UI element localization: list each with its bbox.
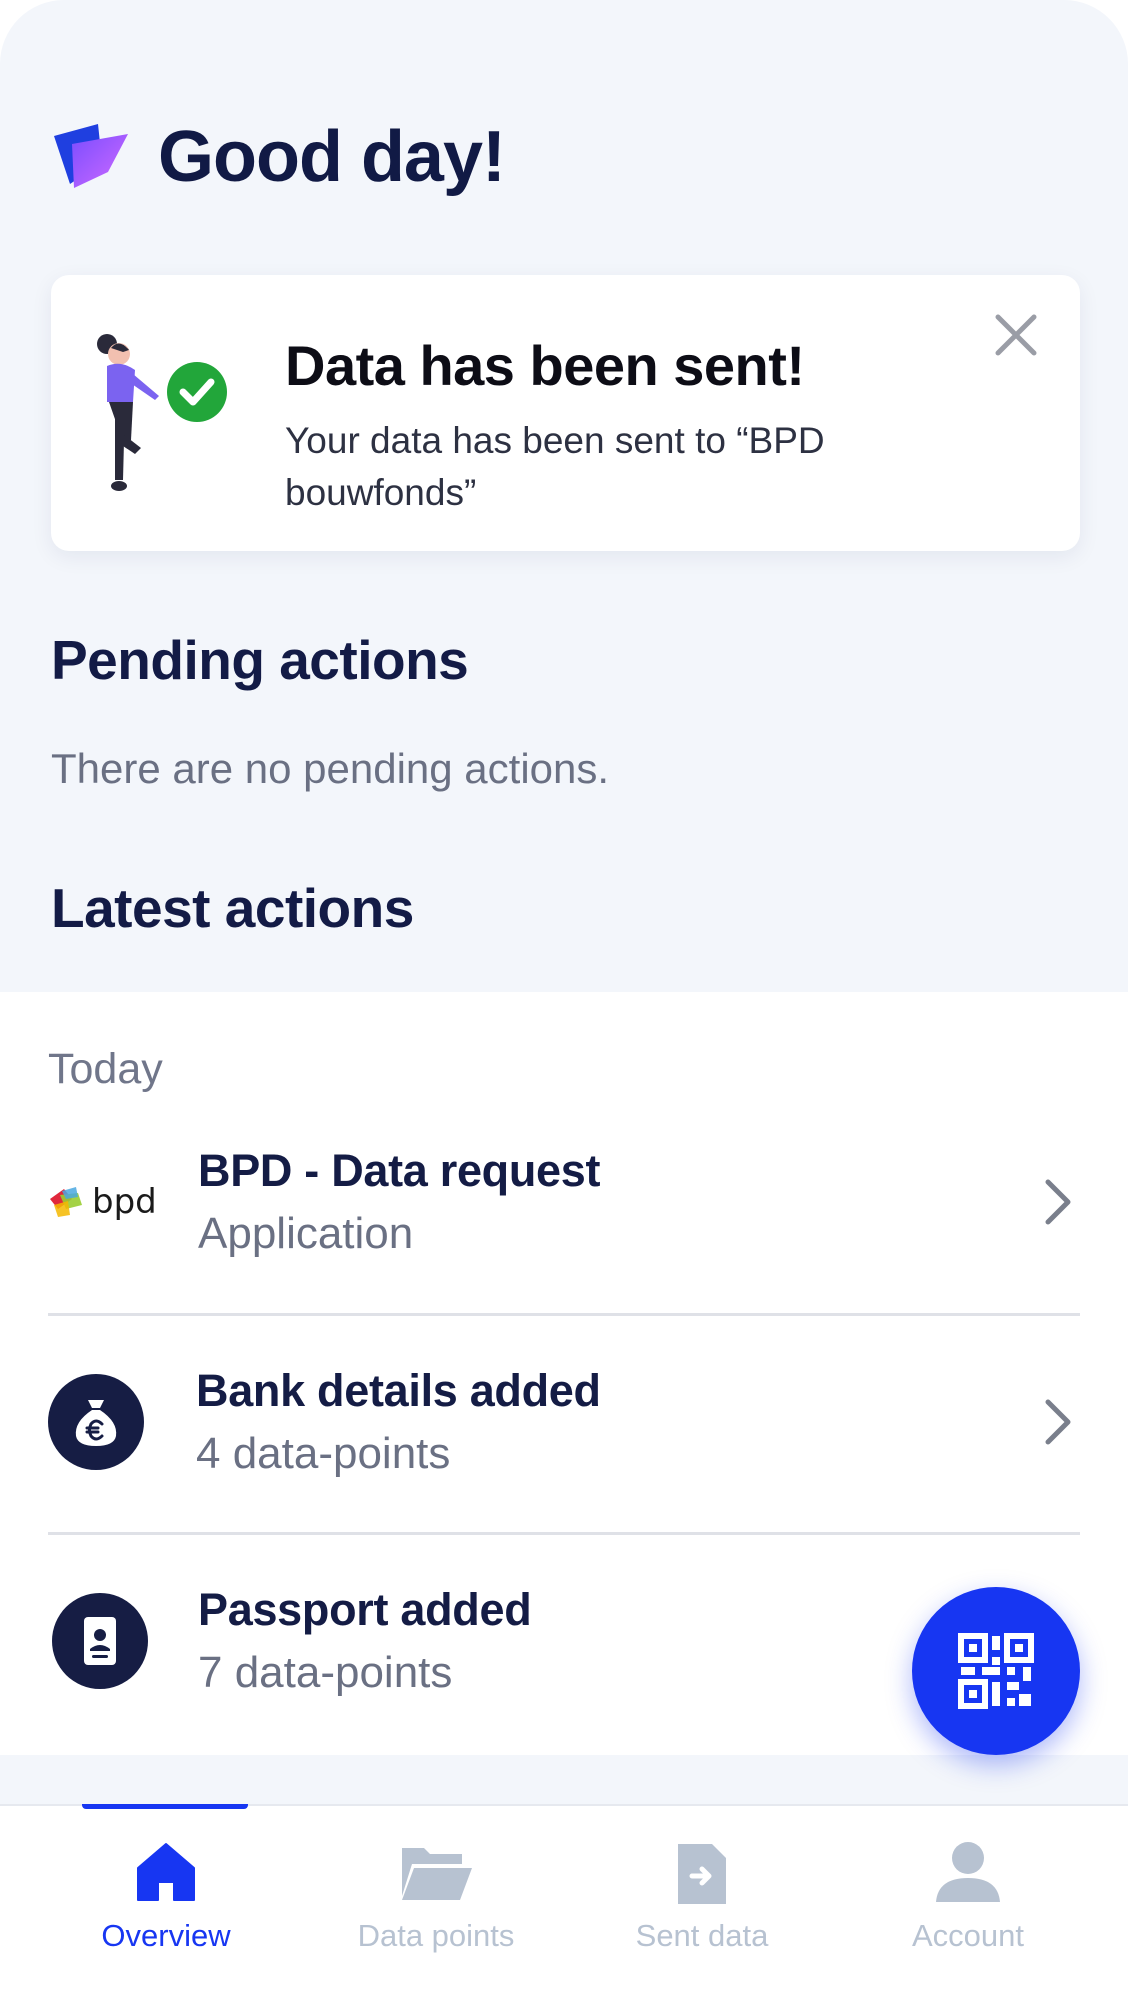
- bpd-logo-text: bpd: [92, 1182, 157, 1222]
- bottom-navigation: Overview Data points Sent data Account: [0, 1804, 1128, 2003]
- nav-data-points[interactable]: Data points: [326, 1806, 546, 2003]
- action-item-title: Bank details added: [196, 1365, 601, 1416]
- user-icon: [936, 1842, 1000, 1902]
- nav-label-sent-data: Sent data: [635, 1918, 769, 1953]
- day-label: Today: [48, 1045, 163, 1093]
- nav-sent-data[interactable]: Sent data: [592, 1806, 812, 2003]
- close-icon[interactable]: [990, 309, 1042, 361]
- header: Good day!: [52, 112, 506, 202]
- chevron-right-icon: [1045, 1399, 1071, 1445]
- action-item-bank-details[interactable]: Bank details added 4 data-points: [48, 1313, 1080, 1531]
- action-item-texts: Bank details added 4 data-points: [196, 1365, 601, 1479]
- pending-actions-title: Pending actions: [51, 629, 469, 691]
- action-item-subtitle: 7 data-points: [198, 1648, 453, 1697]
- action-item-bpd-request[interactable]: bpd BPD - Data request Application: [48, 1093, 1080, 1311]
- app-screen: Good day! Data has been sent! Your data …: [0, 0, 1128, 2001]
- sent-notification-card: Data has been sent! Your data has been s…: [51, 275, 1080, 551]
- woman-success-illustration-icon: [97, 334, 227, 491]
- passport-icon-wrap: [48, 1593, 148, 1689]
- sent-file-icon: [678, 1844, 726, 1904]
- pending-empty-text: There are no pending actions.: [51, 745, 610, 792]
- folder-icon: [402, 1848, 472, 1900]
- app-logo-icon: [54, 124, 128, 188]
- action-item-title: Passport added: [198, 1584, 532, 1635]
- latest-actions-title: Latest actions: [51, 877, 414, 939]
- action-item-texts: BPD - Data request Application: [198, 1145, 601, 1259]
- chevron-right-icon: [1045, 1179, 1071, 1225]
- qr-code-icon: [958, 1633, 1034, 1709]
- action-item-title: BPD - Data request: [198, 1145, 601, 1196]
- notification-title: Data has been sent!: [285, 334, 805, 397]
- home-icon: [137, 1843, 195, 1901]
- action-item-texts: Passport added 7 data-points: [198, 1584, 532, 1698]
- money-bag-euro-icon: [48, 1374, 144, 1470]
- nav-active-indicator: [82, 1804, 248, 1809]
- action-item-subtitle: 4 data-points: [196, 1429, 451, 1478]
- nav-overview[interactable]: Overview: [56, 1806, 276, 2003]
- greeting-title: Good day!: [158, 117, 506, 197]
- bank-icon-wrap: [48, 1374, 144, 1470]
- bpd-logo-icon: [50, 1187, 82, 1217]
- nav-label-data-points: Data points: [357, 1918, 515, 1953]
- notification-message: Your data has been sent to “BPD bouwfond…: [285, 420, 825, 513]
- action-item-subtitle: Application: [198, 1209, 414, 1258]
- bpd-logo: bpd: [48, 1182, 158, 1222]
- passport-icon: [52, 1593, 148, 1689]
- nav-account[interactable]: Account: [858, 1806, 1078, 2003]
- scan-qr-button[interactable]: [912, 1587, 1080, 1755]
- nav-label-overview: Overview: [101, 1918, 231, 1953]
- nav-label-account: Account: [911, 1918, 1024, 1953]
